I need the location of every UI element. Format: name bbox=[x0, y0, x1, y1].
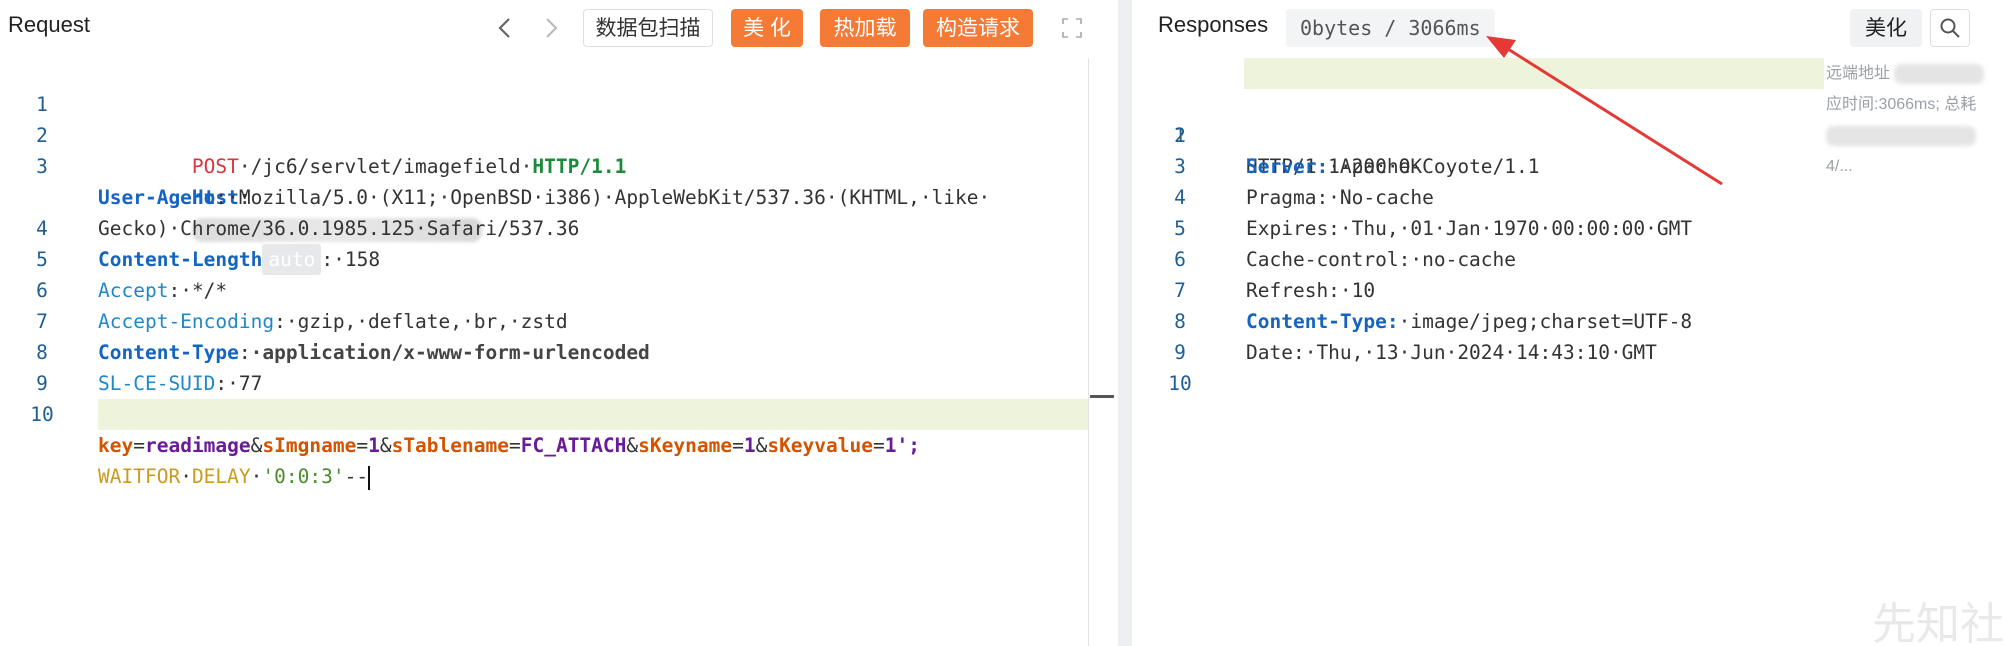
annotation-arrow-icon bbox=[1486, 36, 1723, 186]
